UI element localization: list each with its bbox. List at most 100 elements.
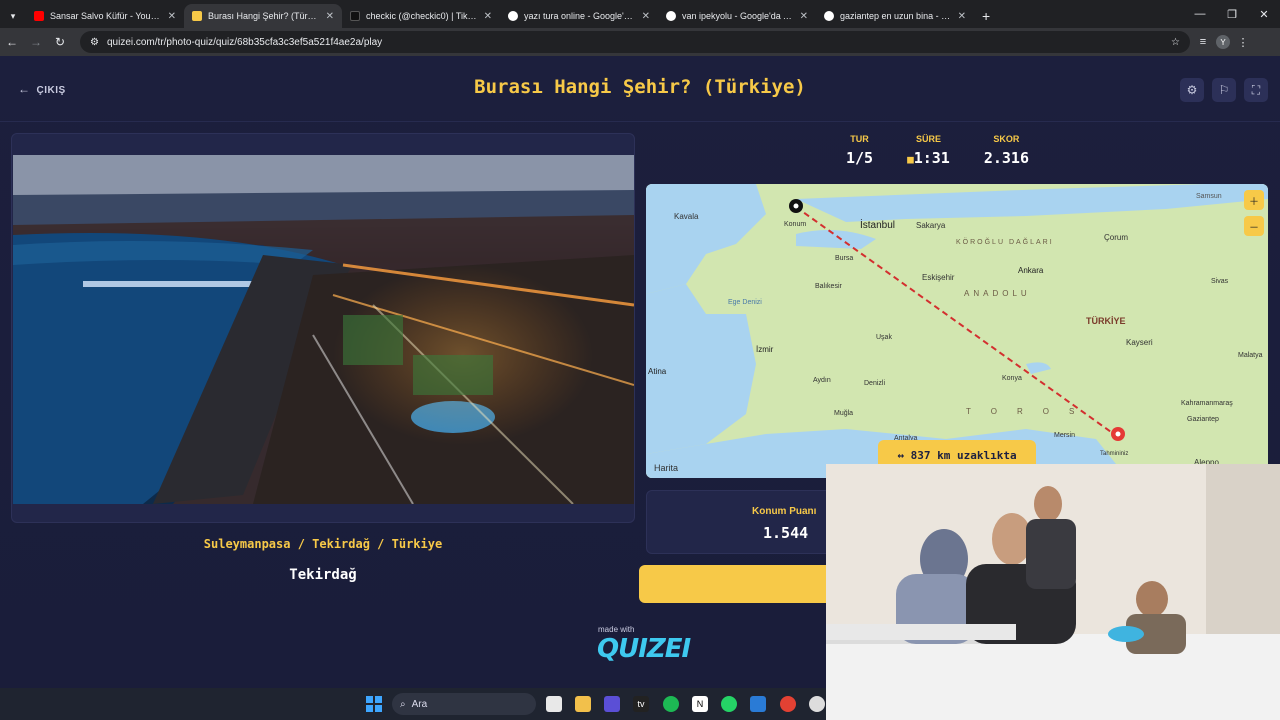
zoom-in-icon[interactable]: ＋ [1244,190,1264,210]
window-controls: — ❐ ✕ [1184,0,1280,28]
time-stat: SÜRE ■1:31 [907,134,950,167]
bookmark-star-icon[interactable]: ☆ [1171,37,1180,48]
map-label-corum: Çorum [1104,233,1128,242]
close-icon[interactable]: ✕ [168,11,176,22]
url-input[interactable]: ⚙ quizei.com/tr/photo-quiz/quiz/68b35cfa… [80,31,1190,53]
notion-icon[interactable]: N [692,696,708,712]
map-label-samsun: Samsun [1196,193,1222,200]
map-label-aydin: Aydın [813,377,831,384]
map-label-koroglu: KÖROĞLU DAĞLARI [956,237,1054,246]
map-attribution: Harita [654,463,678,473]
spotify-icon[interactable] [663,696,679,712]
close-icon[interactable]: ✕ [326,11,334,22]
chatgpt-icon[interactable] [809,696,825,712]
quizei-icon [192,11,202,21]
tab-title: gaziantep en uzun bina - Goog [840,11,952,21]
taskbar-search-input[interactable]: ⌕ Ara [392,693,536,715]
result-map[interactable]: Kavala Konum İstanbul Sakarya Bursa Çoru… [646,184,1268,478]
chrome-icon[interactable] [780,696,796,712]
close-icon[interactable]: ✕ [958,11,966,22]
map-label-balikesir: Balıkesir [815,283,843,290]
zoom-out-icon[interactable]: － [1244,216,1264,236]
time-label: SÜRE [915,134,941,144]
tab-title: yazı tura online - Google'da Ara [524,11,636,21]
map-label-izmir: İzmir [756,345,774,354]
back-icon[interactable]: ← [0,35,24,49]
close-window-icon[interactable]: ✕ [1248,0,1280,28]
tab-search-icon[interactable]: ▾ [0,4,26,28]
profile-avatar[interactable]: Y [1216,35,1230,49]
time-value-wrap: ■1:31 [907,149,950,167]
close-icon[interactable]: ✕ [642,11,650,22]
settings-gear-icon[interactable]: ⚙ [1180,78,1204,102]
restore-icon[interactable]: ❐ [1216,0,1248,28]
search-icon: ⌕ [400,698,406,710]
actual-location-pin-dot [793,203,799,209]
tab-title: checkic (@checkic0) | TikTok [366,11,478,21]
score-stat: SKOR 2.316 [984,134,1029,167]
media-icon[interactable]: ≡ [1190,36,1216,48]
tab-title: Sansar Salvo Küfür - YouTube [50,11,162,21]
photo-card [11,133,635,523]
task-view-icon[interactable] [546,696,562,712]
map-label-ege: Ege Denizi [728,299,762,306]
score-value: 2.316 [983,149,1029,167]
tab-title: van ipekyolu - Google'da Ara [682,11,794,21]
menu-icon[interactable]: ⋮ [1230,36,1256,49]
map-label-toros: TOROS [966,407,1094,416]
round-stat: TUR 1/5 [846,134,873,167]
flag-icon[interactable]: ⚐ [1212,78,1236,102]
new-tab-button[interactable]: + [974,4,998,28]
map-label-bursa: Bursa [835,255,853,262]
tab-title: Burası Hangi Şehir? (Türkiye) - Q [208,11,320,21]
map-label-guess: Tahmininiz [1100,451,1128,457]
browser-tab-strip: ▾ Sansar Salvo Küfür - YouTube ✕ Burası … [0,0,1280,28]
close-icon[interactable]: ✕ [800,11,808,22]
map-label-malatya: Malatya [1238,352,1263,359]
minimize-icon[interactable]: — [1184,0,1216,28]
webcam-overlay [826,464,1280,720]
location-score-label: Konum Puanı [752,506,817,517]
map-label-eskisehir: Eskişehir [922,273,955,282]
map-label-anadolu: ANADOLU [964,289,1031,298]
header-tools: ⚙ ⚐ ⛶ [1180,78,1268,102]
browser-tab-google-2[interactable]: van ipekyolu - Google'da Ara ✕ [658,4,816,28]
quizei-logo[interactable]: QUIZEI [597,634,691,664]
browser-tab-youtube[interactable]: Sansar Salvo Küfür - YouTube ✕ [26,4,184,28]
browser-tab-quizei[interactable]: Burası Hangi Şehir? (Türkiye) - Q ✕ [184,4,342,28]
forward-icon[interactable]: → [24,35,48,49]
browser-tab-google-1[interactable]: yazı tura online - Google'da Ara ✕ [500,4,658,28]
vscode-icon[interactable] [750,696,766,712]
map-label-kayseri: Kayseri [1126,338,1153,347]
time-value: 1:31 [913,149,950,167]
windows-taskbar: ⌕ Ara tv N [0,688,826,720]
google-icon [666,11,676,21]
app-icon[interactable] [604,696,620,712]
map-label-kavala: Kavala [674,212,699,221]
map-label-sakarya: Sakarya [916,221,946,230]
reload-icon[interactable]: ↻ [48,35,72,49]
map-label-turkiye: TÜRKİYE [1086,316,1126,326]
quiz-photo [13,155,634,504]
apple-tv-icon[interactable]: tv [633,696,649,712]
windows-start-icon[interactable] [366,696,382,712]
search-placeholder: Ara [411,698,428,710]
map-label-ankara: Ankara [1018,266,1044,275]
site-info-icon[interactable]: ⚙ [90,37,99,48]
file-explorer-icon[interactable] [575,696,591,712]
stats-panel: TUR 1/5 SÜRE ■1:31 SKOR 2.316 [846,134,1029,167]
map-label-mersin: Mersin [1054,432,1075,439]
map-label-usak: Uşak [876,334,892,341]
fullscreen-icon[interactable]: ⛶ [1244,78,1268,102]
browser-tab-google-3[interactable]: gaziantep en uzun bina - Goog ✕ [816,4,974,28]
round-value: 1/5 [846,149,874,167]
address-bar: ← → ↻ ⚙ quizei.com/tr/photo-quiz/quiz/68… [0,28,1280,56]
map-label-denizli: Denizli [864,380,885,387]
close-icon[interactable]: ✕ [484,11,492,22]
whatsapp-icon[interactable] [721,696,737,712]
map-label-gaziantep: Gaziantep [1187,416,1219,423]
browser-tab-tiktok[interactable]: checkic (@checkic0) | TikTok ✕ [342,4,500,28]
url-text: quizei.com/tr/photo-quiz/quiz/68b35cfa3c… [106,36,383,48]
location-score-value: 1.544 [763,524,809,542]
map-label-atina: Atina [648,367,667,376]
